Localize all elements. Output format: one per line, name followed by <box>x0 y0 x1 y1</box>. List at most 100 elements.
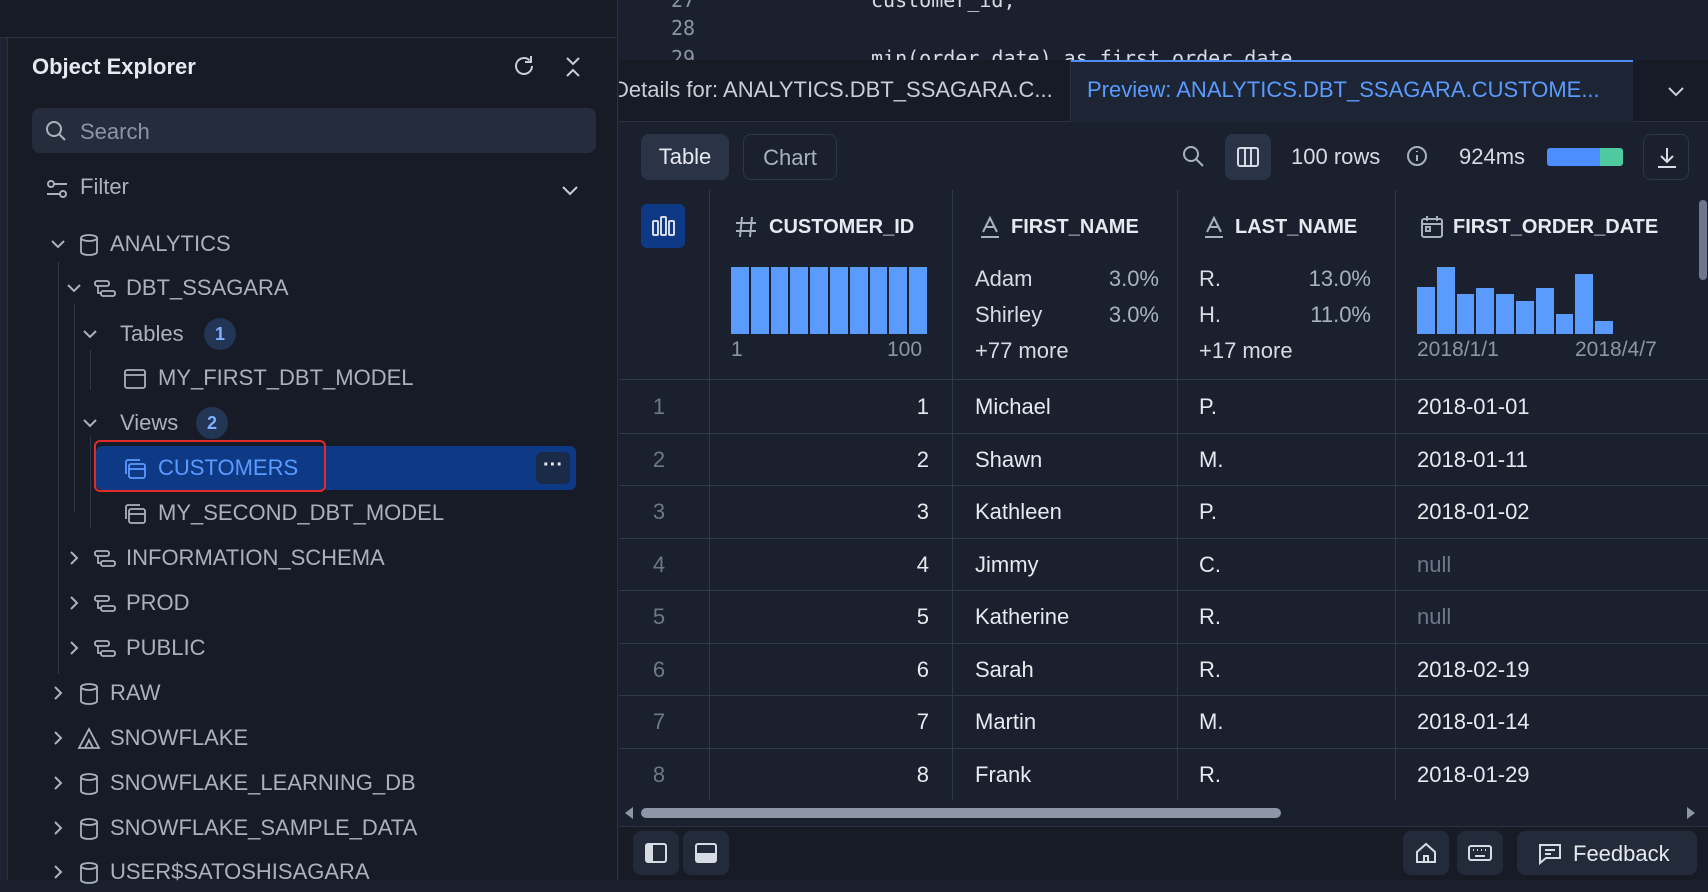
customer-id-cell[interactable]: 3 <box>719 499 929 525</box>
column-header-last-name[interactable]: LAST_NAME <box>1235 216 1357 239</box>
collapse-panel-icon[interactable] <box>560 54 586 80</box>
horizontal-scrollbar[interactable] <box>619 800 1708 826</box>
chevron-down-icon[interactable] <box>80 324 100 344</box>
first-order-date-cell[interactable]: null <box>1417 552 1451 578</box>
first-order-date-cell[interactable]: 2018-01-02 <box>1417 499 1530 525</box>
row-index-cell[interactable]: 8 <box>619 762 699 788</box>
customer-id-cell[interactable]: 4 <box>719 552 929 578</box>
download-button[interactable] <box>1643 134 1689 180</box>
tree-item-snowflake-sample-data[interactable]: SNOWFLAKE_SAMPLE_DATA <box>0 808 600 848</box>
customer-id-cell[interactable]: 6 <box>719 657 929 683</box>
row-index-cell[interactable]: 4 <box>619 552 699 578</box>
customer-id-cell[interactable]: 2 <box>719 447 929 473</box>
last-name-cell[interactable]: P. <box>1199 499 1217 525</box>
home-button[interactable] <box>1403 831 1449 875</box>
chevron-right-icon[interactable] <box>48 773 68 793</box>
tree-item-my-first-dbt-model[interactable]: MY_FIRST_DBT_MODEL <box>0 358 600 398</box>
chevron-down-icon[interactable] <box>80 413 100 433</box>
tree-item-prod[interactable]: PROD <box>0 583 600 623</box>
chevron-down-icon[interactable] <box>1663 78 1689 104</box>
first-name-cell[interactable]: Shawn <box>975 447 1042 473</box>
shared-database-icon <box>77 727 101 749</box>
last-name-cell[interactable]: C. <box>1199 552 1221 578</box>
search-input[interactable]: Search <box>32 108 596 153</box>
column-header-customer-id[interactable]: CUSTOMER_ID <box>769 216 914 239</box>
chevron-down-icon[interactable] <box>558 178 582 202</box>
last-name-cell[interactable]: M. <box>1199 447 1223 473</box>
first-order-date-cell[interactable]: 2018-02-19 <box>1417 657 1530 683</box>
table-view-button[interactable]: Table <box>641 134 729 180</box>
chevron-right-icon[interactable] <box>64 638 84 658</box>
tree-item-snowflake[interactable]: SNOWFLAKE <box>0 718 600 758</box>
tree-item-public[interactable]: PUBLIC <box>0 628 600 668</box>
info-icon[interactable] <box>1405 144 1429 168</box>
customer-id-cell[interactable]: 7 <box>719 709 929 735</box>
search-icon[interactable] <box>1179 142 1207 170</box>
first-order-date-cell[interactable]: null <box>1417 604 1451 630</box>
row-index-cell[interactable]: 7 <box>619 709 699 735</box>
sql-editor[interactable]: 27 customer_id, 28 29 min(order_date) as… <box>619 0 1708 60</box>
first-name-cell[interactable]: Martin <box>975 709 1036 735</box>
chevron-right-icon[interactable] <box>64 548 84 568</box>
column-header-first-name[interactable]: FIRST_NAME <box>1011 216 1139 239</box>
first-name-cell[interactable]: Kathleen <box>975 499 1062 525</box>
row-divider <box>619 747 1708 749</box>
customer-id-cell[interactable]: 5 <box>719 604 929 630</box>
keyboard-shortcuts-button[interactable] <box>1457 831 1503 875</box>
first-name-cell[interactable]: Michael <box>975 394 1051 420</box>
feedback-button[interactable]: Feedback <box>1517 831 1697 875</box>
vertical-scrollbar[interactable] <box>1699 200 1707 280</box>
tree-item-dbt-ssagara[interactable]: DBT_SSAGARA <box>0 268 600 308</box>
customer-id-cell[interactable]: 8 <box>719 762 929 788</box>
first-name-cell[interactable]: Frank <box>975 762 1031 788</box>
row-index-cell[interactable]: 2 <box>619 447 699 473</box>
first-name-cell[interactable]: Sarah <box>975 657 1034 683</box>
tree-item-user-db[interactable]: USER$SATOSHISAGARA <box>0 852 600 892</box>
first-order-date-cell[interactable]: 2018-01-01 <box>1417 394 1530 420</box>
column-stats-toggle[interactable] <box>641 204 685 248</box>
row-index-cell[interactable]: 3 <box>619 499 699 525</box>
first-name-cell[interactable]: Jimmy <box>975 552 1039 578</box>
last-name-cell[interactable]: P. <box>1199 394 1217 420</box>
tree-item-information-schema[interactable]: INFORMATION_SCHEMA <box>0 538 600 578</box>
first-name-cell[interactable]: Katherine <box>975 604 1069 630</box>
refresh-icon[interactable] <box>510 52 538 80</box>
chevron-right-icon[interactable] <box>48 818 68 838</box>
tree-item-snowflake-learning-db[interactable]: SNOWFLAKE_LEARNING_DB <box>0 763 600 803</box>
more-options-button[interactable]: ··· <box>536 452 570 484</box>
chevron-right-icon[interactable] <box>48 862 68 882</box>
first-order-date-cell[interactable]: 2018-01-11 <box>1417 447 1528 473</box>
columns-toggle-button[interactable] <box>1225 134 1271 180</box>
row-index-cell[interactable]: 6 <box>619 657 699 683</box>
tree-item-raw[interactable]: RAW <box>0 673 600 713</box>
last-name-cell[interactable]: R. <box>1199 604 1221 630</box>
query-duration: 924ms <box>1459 144 1526 169</box>
tree-item-analytics[interactable]: ANALYTICS <box>0 224 600 264</box>
chevron-right-icon[interactable] <box>48 728 68 748</box>
row-index-cell[interactable]: 1 <box>619 394 699 420</box>
first-order-date-cell[interactable]: 2018-01-29 <box>1417 762 1530 788</box>
last-name-cell[interactable]: R. <box>1199 657 1221 683</box>
scroll-right-icon[interactable] <box>1685 806 1697 820</box>
tree-item-my-second-dbt-model[interactable]: MY_SECOND_DBT_MODEL <box>0 493 600 533</box>
chevron-right-icon[interactable] <box>64 593 84 613</box>
chevron-down-icon[interactable] <box>48 234 68 254</box>
chevron-right-icon[interactable] <box>48 683 68 703</box>
last-name-cell[interactable]: R. <box>1199 762 1221 788</box>
chart-view-button[interactable]: Chart <box>743 134 837 180</box>
tab-details[interactable]: Details for: ANALYTICS.DBT_SSAGARA.C... <box>619 60 1071 122</box>
chevron-down-icon[interactable] <box>64 278 84 298</box>
toggle-bottom-panel-button[interactable] <box>683 831 729 875</box>
column-header-first-order-date[interactable]: FIRST_ORDER_DATE <box>1453 216 1658 239</box>
customer-id-cell[interactable]: 1 <box>719 394 929 420</box>
tree-item-views[interactable]: Views 2 <box>0 403 600 443</box>
first-order-date-cell[interactable]: 2018-01-14 <box>1417 709 1530 735</box>
tree-item-tables[interactable]: Tables 1 <box>0 314 600 354</box>
toggle-left-panel-button[interactable] <box>633 831 679 875</box>
last-name-cell[interactable]: M. <box>1199 709 1223 735</box>
filter-toggle[interactable]: Filter <box>32 172 596 206</box>
row-index-cell[interactable]: 5 <box>619 604 699 630</box>
tab-preview[interactable]: Preview: ANALYTICS.DBT_SSAGARA.CUSTOME..… <box>1071 60 1633 122</box>
scrollbar-thumb[interactable] <box>641 808 1281 818</box>
scroll-left-icon[interactable] <box>623 806 635 820</box>
